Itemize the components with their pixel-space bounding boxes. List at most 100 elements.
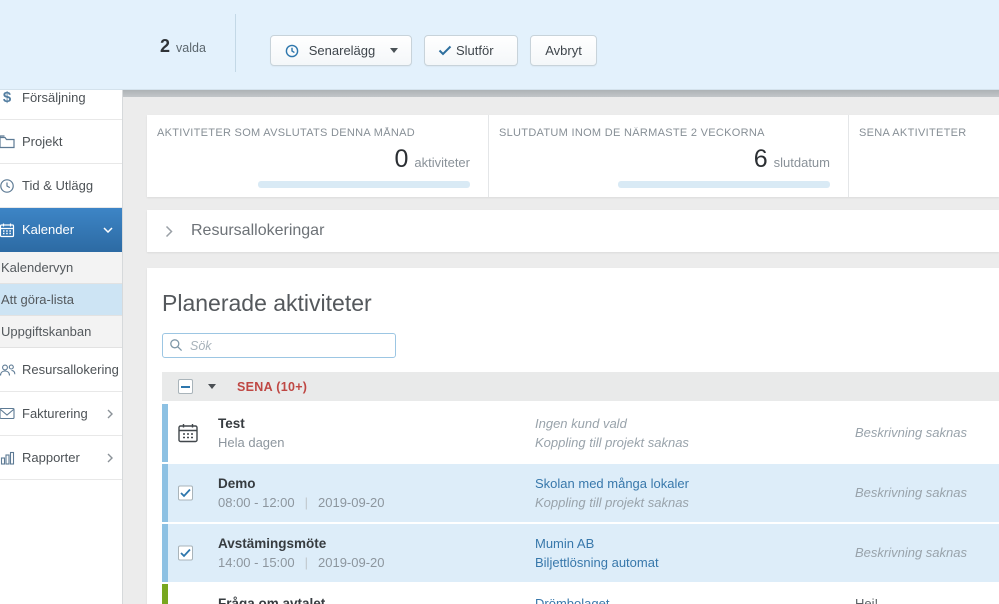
stat-title: SENA AKTIVITETER [859, 127, 967, 139]
activity-title: Test [218, 416, 245, 431]
postpone-button[interactable]: Senarelägg [270, 35, 412, 66]
envelope-icon [0, 407, 18, 420]
horizontal-scrollbar[interactable] [123, 90, 999, 97]
stat-progress-bar [258, 181, 470, 188]
stat-card-avslutade-aktiviteter: AKTIVITETER SOM AVSLUTATS DENNA MÅNAD 0 … [147, 115, 488, 197]
stat-unit: slutdatum [773, 155, 830, 170]
activity-title: Avstämingsmöte [218, 536, 327, 551]
sidebar-item-label: Rapporter [22, 450, 80, 465]
selected-count-label: valda [176, 41, 206, 55]
activity-color-bar [162, 584, 168, 604]
time-date-separator: | [304, 555, 309, 570]
sidebar-item-kalender[interactable]: Kalender [0, 208, 122, 252]
description-missing-label: Beskrivning saknas [855, 545, 967, 561]
group-collapse-caret-icon[interactable] [208, 384, 216, 389]
activity-title: Demo [218, 476, 256, 491]
stat-progress-bar [618, 181, 830, 188]
description-cell: Hej! [855, 594, 999, 604]
sidebar-item-forsaljning[interactable]: $ Försäljning [0, 90, 122, 120]
customer-missing-label: Ingen kund vald [535, 415, 627, 431]
description-cell: Beskrivning saknas [855, 543, 999, 563]
resource-allocations-panel[interactable]: Resursallokeringar [147, 210, 999, 252]
selected-count-number: 2 [160, 36, 171, 56]
row-checkbox-checked[interactable] [178, 545, 193, 561]
selection-toolbar: 2 valda Senarelägg Slutför Avbryt [0, 0, 999, 90]
activity-date: 2019-09-20 [318, 495, 385, 510]
toolbar-divider [235, 14, 236, 72]
complete-button[interactable]: Slutför [424, 35, 518, 66]
submenu-item-uppgiftskanban[interactable]: Uppgiftskanban [0, 316, 122, 348]
activity-row-fraga-om-avtalet[interactable]: Fråga om avtalet Drömbolaget Hej! [162, 584, 999, 604]
sidebar-item-label: Fakturering [22, 406, 88, 421]
activity-main-cell: Fråga om avtalet [218, 596, 518, 604]
chevron-right-icon [165, 225, 173, 238]
resource-allocations-title: Resursallokeringar [191, 222, 325, 239]
description-text: Hej! [855, 595, 879, 604]
sales-dollar-icon: $ [2, 90, 12, 106]
sidebar-item-label: Resursallokering [22, 362, 119, 377]
description-missing-label: Beskrivning saknas [855, 425, 967, 441]
postpone-button-label: Senarelägg [308, 43, 376, 58]
project-folder-icon [0, 134, 18, 149]
postpone-clock-icon [284, 43, 300, 59]
stat-value: 0 [394, 145, 409, 173]
sidebar-item-rapporter[interactable]: Rapporter [0, 436, 122, 480]
activity-time: 14:00 - 15:00 | 2019-09-20 [218, 555, 385, 570]
project-link[interactable]: Biljettlösning automat [535, 553, 835, 573]
submenu-item-att-gora-lista[interactable]: Att göra-lista [0, 284, 122, 316]
customer-link[interactable]: Skolan med många lokaler [535, 474, 835, 494]
page-title: Planerade aktiviteter [162, 290, 372, 316]
activity-row-test[interactable]: Test Hela dagen Ingen kund vald Koppling… [162, 404, 999, 462]
submenu-item-label: Uppgiftskanban [1, 324, 92, 339]
description-cell: Beskrivning saknas [855, 423, 999, 443]
customer-project-cell: Ingen kund vald Koppling till projekt sa… [535, 414, 835, 453]
chevron-down-icon [103, 226, 113, 233]
sidebar-item-label: Försäljning [22, 90, 86, 105]
group-select-checkbox[interactable] [178, 379, 193, 394]
group-header-sena: SENA (10+) [162, 372, 999, 401]
all-day-calendar-icon [177, 422, 199, 444]
activity-row-demo[interactable]: Demo 08:00 - 12:00 | 2019-09-20 Skolan med… [162, 464, 999, 522]
bar-chart-icon [0, 451, 18, 465]
sidebar-item-tid-utlagg[interactable]: Tid & Utlägg [0, 164, 122, 208]
chevron-right-icon [107, 409, 113, 419]
stat-card-slutdatum: SLUTDATUM INOM DE NÄRMASTE 2 VECKORNA 6 … [488, 115, 848, 197]
sidebar-item-fakturering[interactable]: Fakturering [0, 392, 122, 436]
customer-link[interactable]: Drömbolaget [535, 594, 835, 604]
customer-link[interactable]: Mumin AB [535, 534, 835, 554]
indeterminate-mark [181, 385, 190, 388]
stat-title: SLUTDATUM INOM DE NÄRMASTE 2 VECKORNA [499, 127, 765, 139]
stat-card-sena-aktiviteter: SENA AKTIVITETER [848, 115, 999, 197]
stats-strip: AKTIVITETER SOM AVSLUTATS DENNA MÅNAD 0 … [147, 115, 999, 197]
activity-row-avstamingsmote[interactable]: Avstämingsmöte 14:00 - 15:00 | 2019-09-20 … [162, 524, 999, 582]
submenu-item-label: Kalendervyn [1, 260, 74, 275]
people-icon [0, 363, 18, 377]
kalender-submenu: Kalendervyn Att göra-lista Uppgiftskanba… [0, 252, 122, 348]
sidebar-item-label: Kalender [22, 222, 75, 237]
stat-unit: aktiviteter [414, 155, 470, 170]
project-missing-label: Koppling till projekt saknas [535, 495, 689, 510]
planned-activities-panel: Planerade aktiviteter SENA (10+) [147, 268, 999, 604]
activity-rows: Test Hela dagen Ingen kund vald Koppling… [162, 404, 999, 604]
sidebar-item-resursallokering[interactable]: Resursallokering [0, 348, 122, 392]
sidebar-item-projekt[interactable]: Projekt [0, 120, 122, 164]
activity-time: 08:00 - 12:00 | 2019-09-20 [218, 495, 385, 510]
customer-project-cell: Mumin AB Biljettlösning automat [535, 534, 835, 573]
calendar-icon [0, 222, 18, 238]
sidebar-item-label: Tid & Utlägg [22, 178, 94, 193]
clock-icon [0, 178, 18, 194]
chevron-right-icon [107, 453, 113, 463]
submenu-item-kalendervyn[interactable]: Kalendervyn [0, 252, 122, 284]
customer-project-cell: Drömbolaget [535, 594, 835, 604]
cancel-button[interactable]: Avbryt [530, 35, 597, 66]
sidebar-item-label: Projekt [22, 134, 63, 149]
activity-main-cell: Avstämingsmöte 14:00 - 15:00 | 2019-09-20 [218, 536, 518, 570]
row-checkbox-checked[interactable] [178, 485, 193, 501]
search-input[interactable] [162, 333, 396, 358]
sidebar: $ Försäljning Projekt Tid & Utlägg Kalen… [0, 90, 123, 604]
activity-title: Fråga om avtalet [218, 596, 326, 604]
search-box [162, 333, 396, 358]
activity-main-cell: Test Hela dagen [218, 416, 518, 450]
activity-color-bar [162, 464, 168, 522]
project-missing-label: Koppling till projekt saknas [535, 435, 689, 450]
